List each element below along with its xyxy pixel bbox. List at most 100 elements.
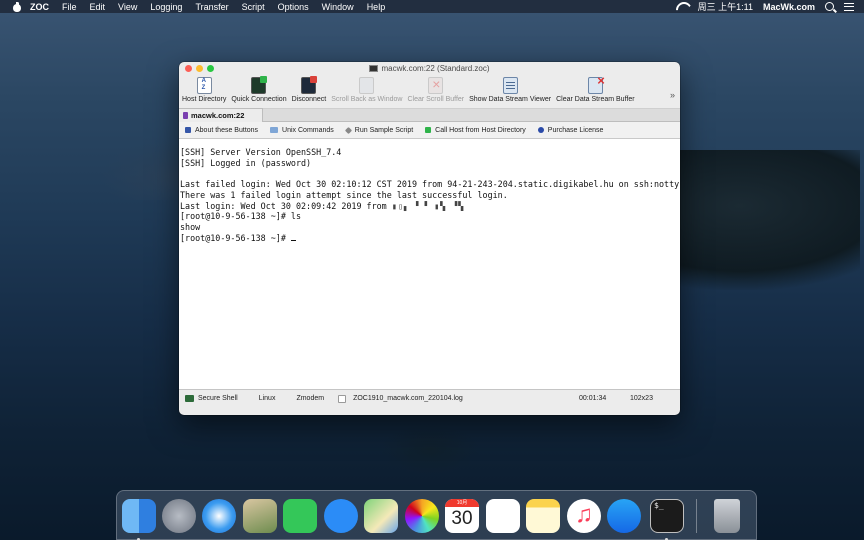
menu-edit[interactable]: Edit [90, 2, 106, 12]
terminal-line: ​ [180, 168, 679, 179]
minimize-window-button[interactable] [196, 65, 203, 72]
menu-bar-extras: 周三 上午1:11 MacWk.com [676, 0, 864, 13]
clear-scroll-buffer-button[interactable]: Clear Scroll Buffer [407, 74, 464, 103]
status-elapsed-time: 00:01:34 [579, 395, 607, 402]
masked-ip-address: ▮▯▖ ▘▝ ▮▚ ▝▚ [391, 200, 465, 211]
disconnect-button[interactable]: Disconnect [291, 74, 327, 103]
purchase-icon [537, 127, 544, 133]
terminal-cursor [290, 239, 296, 241]
dock: 10月 30 [116, 490, 757, 540]
photos-icon[interactable] [405, 499, 439, 533]
logging-checkbox[interactable] [338, 394, 347, 403]
app-store-icon[interactable] [607, 499, 641, 533]
quick-connection-button[interactable]: Quick Connection [231, 74, 287, 103]
purchase-license-button[interactable]: Purchase License [537, 127, 603, 134]
messages-icon[interactable] [324, 499, 358, 533]
menu-logging[interactable]: Logging [150, 2, 182, 12]
maps-icon[interactable] [364, 499, 398, 533]
run-sample-script-label: Run Sample Script [354, 126, 414, 134]
terminal-line: show [180, 221, 201, 232]
clear-data-stream-label: Clear Data Stream Buffer [556, 96, 635, 103]
menu-clock[interactable]: 周三 上午1:11 [698, 0, 753, 13]
scroll-back-button[interactable]: Scroll Back as Window [331, 74, 402, 103]
terminal-line: [SSH] Server Version OpenSSH_7.4 [180, 147, 342, 157]
terminal-line-prefix: Last login: Wed Oct 30 02:09:42 2019 fro… [180, 200, 392, 211]
disconnect-icon [301, 76, 318, 94]
scroll-back-icon [359, 77, 375, 94]
data-stream-viewer-button[interactable]: Show Data Stream Viewer [469, 74, 551, 103]
finder-icon[interactable] [122, 499, 156, 533]
calendar-day: 30 [451, 508, 473, 529]
host-directory-button[interactable]: Host Directory [182, 74, 226, 103]
menu-options[interactable]: Options [278, 2, 309, 12]
status-protocol[interactable]: Secure Shell [198, 395, 238, 402]
user-button-bar: About these Buttons Unix Commands Run Sa… [179, 122, 680, 139]
calendar-month: 10月 [445, 499, 479, 507]
music-icon[interactable] [567, 499, 601, 533]
menu-view[interactable]: View [118, 2, 137, 12]
launchpad-icon[interactable] [162, 499, 196, 533]
terminal-line: [SSH] Logged in (password) [180, 157, 312, 168]
terminal-line: There was 1 failed login attempt since t… [180, 189, 508, 200]
toolbar: Host Directory Quick Connection Disconne… [179, 73, 680, 108]
host-directory-icon [196, 77, 212, 94]
preview-icon[interactable] [243, 499, 277, 533]
menu-site-label[interactable]: MacWk.com [763, 2, 815, 12]
wallpaper-rock [380, 425, 480, 475]
status-log-file[interactable]: ZOC1910_macwk.com_220104.log [353, 395, 463, 402]
notification-center-icon[interactable] [844, 2, 854, 11]
about-buttons-label: About these Buttons [195, 126, 259, 134]
dock-separator [696, 499, 697, 533]
zoom-window-button[interactable] [207, 65, 214, 72]
status-transfer[interactable]: Zmodem [296, 395, 324, 402]
folder-icon [270, 127, 279, 133]
menu-help[interactable]: Help [367, 2, 386, 12]
menu-file[interactable]: File [62, 2, 77, 12]
terminal-app-icon[interactable] [650, 499, 684, 533]
disconnect-label: Disconnect [291, 96, 327, 103]
unix-commands-button[interactable]: Unix Commands [270, 127, 334, 134]
script-icon [344, 126, 352, 134]
menu-bar: ZOC File Edit View Logging Transfer Scri… [0, 0, 864, 13]
run-sample-script-button[interactable]: Run Sample Script [344, 126, 414, 134]
status-emulation[interactable]: Linux [259, 395, 276, 402]
data-stream-viewer-icon [502, 77, 518, 94]
terminal-line: Last failed login: Wed Oct 30 02:10:12 C… [180, 179, 680, 190]
session-tab-bar: macwk.com:22 [179, 108, 680, 122]
notes-icon[interactable] [526, 499, 560, 533]
spotlight-search-icon[interactable] [825, 2, 834, 11]
unix-commands-label: Unix Commands [282, 126, 334, 134]
tab-session[interactable]: macwk.com:22 [179, 108, 263, 122]
facetime-icon[interactable] [283, 499, 317, 533]
close-window-button[interactable] [185, 65, 192, 72]
call-host-label: Call Host from Host Directory [435, 126, 526, 134]
wifi-icon[interactable] [676, 2, 688, 11]
clear-data-stream-button[interactable]: Clear Data Stream Buffer [556, 73, 635, 103]
reminders-icon[interactable] [486, 499, 520, 533]
terminal-prompt: [root@10-9-56-138 ~]# [180, 232, 291, 243]
menu-window[interactable]: Window [322, 2, 354, 12]
host-directory-label: Host Directory [182, 96, 227, 103]
about-icon [185, 127, 191, 133]
terminal-line: Last login: Wed Oct 30 02:09:42 2019 fro… [180, 201, 679, 212]
status-bar: Secure Shell Linux Zmodem ZOC1910_macwk.… [179, 389, 680, 407]
toolbar-overflow-button[interactable]: » [670, 90, 675, 100]
safari-icon[interactable] [202, 499, 236, 533]
zoc-terminal-window: macwk.com:22 (Standard.zoc) Host Directo… [179, 62, 680, 415]
menu-app-name[interactable]: ZOC [30, 2, 49, 12]
call-host-button[interactable]: Call Host from Host Directory [425, 127, 526, 134]
trash-icon[interactable] [714, 499, 740, 533]
session-tab-icon [183, 112, 188, 119]
about-buttons-button[interactable]: About these Buttons [185, 127, 258, 134]
calendar-icon[interactable]: 10月 30 [445, 499, 479, 533]
clear-data-stream-icon [587, 73, 605, 94]
terminal-prompt-line: [root@10-9-56-138 ~]# [180, 233, 679, 244]
window-controls [185, 65, 214, 72]
terminal-output[interactable]: [SSH] Server Version OpenSSH_7.4 [SSH] Lo… [179, 139, 680, 389]
quick-connection-icon [251, 76, 268, 94]
terminal-line: [root@10-9-56-138 ~]# ls [180, 211, 302, 222]
scroll-back-label: Scroll Back as Window [331, 96, 403, 103]
menu-transfer[interactable]: Transfer [195, 2, 228, 12]
menu-script[interactable]: Script [242, 2, 265, 12]
apple-icon[interactable] [12, 1, 22, 12]
